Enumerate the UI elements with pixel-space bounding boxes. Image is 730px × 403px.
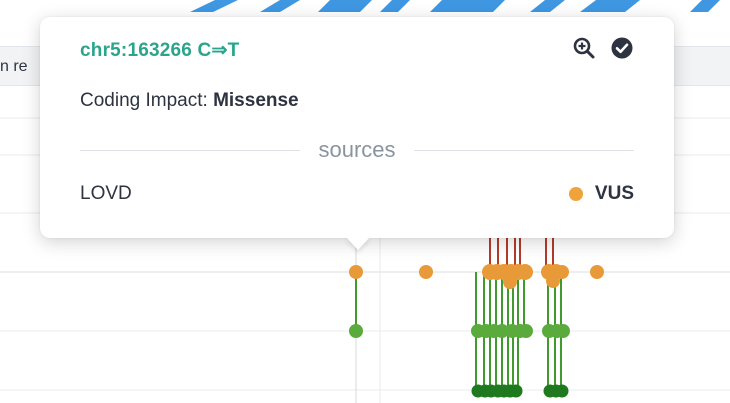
classification-label: VUS <box>594 183 634 204</box>
variant-tooltip: chr5:163266 C⇒T Coding Impact: Missense … <box>40 17 674 250</box>
sources-divider: sources <box>80 135 635 165</box>
impact-label: Coding Impact: <box>80 90 208 111</box>
impact-value: Missense <box>213 90 299 111</box>
source-row: LOVD VUS <box>80 181 634 207</box>
source-name: LOVD <box>80 183 132 204</box>
tooltip-arrow <box>346 237 370 250</box>
tooltip-actions <box>572 36 634 60</box>
header-strip <box>674 46 730 86</box>
sources-heading: sources <box>318 137 396 162</box>
classification: VUS <box>568 183 634 205</box>
benign-markers <box>471 384 569 398</box>
vus-status-dot <box>568 187 583 201</box>
divider-line <box>413 149 635 151</box>
check-circle-icon[interactable] <box>610 36 634 60</box>
zoom-in-icon[interactable] <box>572 36 596 60</box>
side-panel-label: n re <box>0 58 28 75</box>
divider-line <box>80 149 301 151</box>
variant-title[interactable]: chr5:163266 C⇒T <box>80 39 239 62</box>
coding-impact: Coding Impact: Missense <box>80 90 299 112</box>
